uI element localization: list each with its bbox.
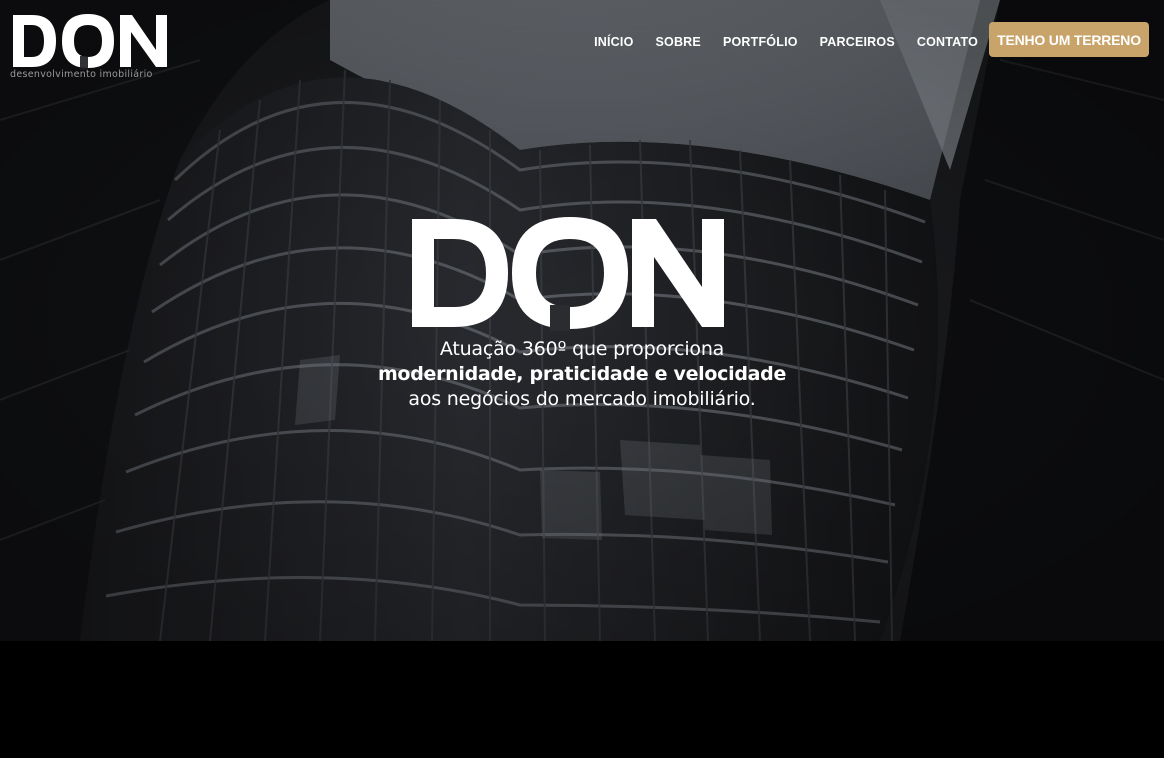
logo-tagline: desenvolvimento imobiliário <box>10 69 153 80</box>
nav-item-portfolio[interactable]: PORTFÓLIO <box>723 35 798 49</box>
hero-section: desenvolvimento imobiliário INÍCIO SOBRE… <box>0 0 1164 641</box>
nav-item-sobre[interactable]: SOBRE <box>656 35 701 49</box>
hero-don-logo <box>412 217 724 331</box>
main-nav: INÍCIO SOBRE PORTFÓLIO PARCEIROS CONTATO <box>572 35 978 49</box>
hero-tagline: Atuação 360º que proporciona modernidade… <box>332 337 832 412</box>
bottom-band <box>0 641 1164 758</box>
page: desenvolvimento imobiliário INÍCIO SOBRE… <box>0 0 1164 758</box>
hero-line-1: Atuação 360º que proporciona <box>439 338 725 360</box>
site-header: desenvolvimento imobiliário INÍCIO SOBRE… <box>0 0 1164 90</box>
hero-line-2: modernidade, praticidade e velocidade <box>377 363 787 385</box>
nav-item-parceiros[interactable]: PARCEIROS <box>820 35 895 49</box>
nav-item-contato[interactable]: CONTATO <box>917 35 978 49</box>
tenho-um-terreno-button[interactable]: TENHO UM TERRENO <box>989 22 1149 57</box>
nav-item-inicio[interactable]: INÍCIO <box>594 35 633 49</box>
hero-line-3: aos negócios do mercado imobiliário. <box>408 388 756 410</box>
